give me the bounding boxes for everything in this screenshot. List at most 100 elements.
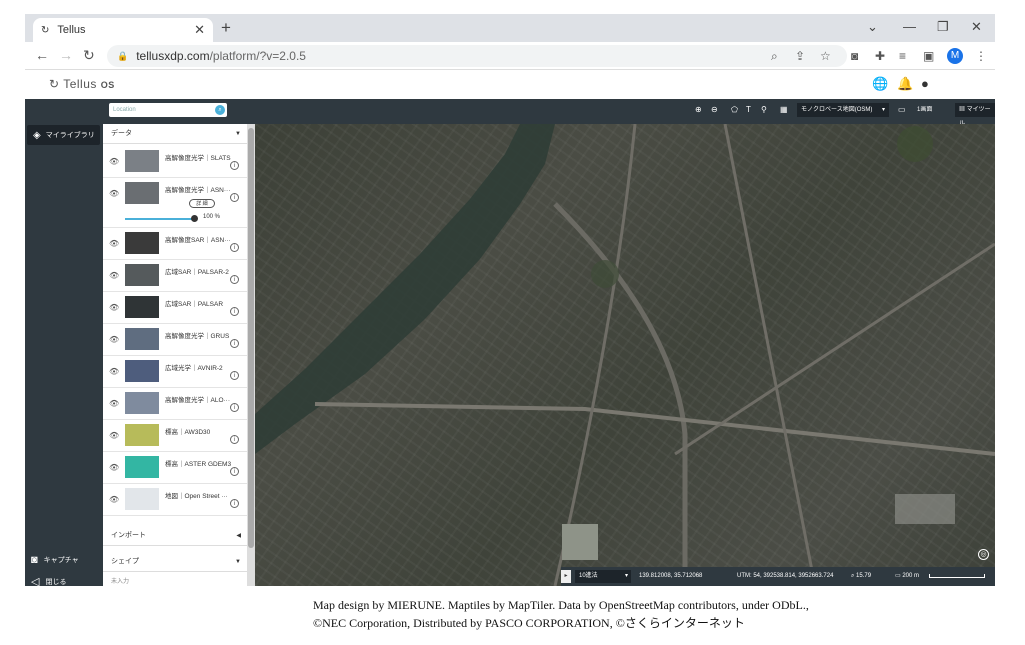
visibility-eye-icon[interactable]: 👁 [109,189,119,198]
basemap-select[interactable]: モノクロベース地図(OSM) ▾ [797,103,889,117]
my-library-button[interactable]: ◈ マイライブラリ [27,125,100,145]
map-toolbar: Location ⌕ ⊕ ⊖ ⬠ T ⚲ ▦ モノクロベース地図(OSM) ▾ ▭… [103,99,995,127]
opacity-slider-handle[interactable] [191,215,198,222]
layer-item[interactable]: 👁 高解像度光学｜ALO··· i [103,388,247,420]
statusbar-toggle-icon[interactable]: ▸ [561,570,571,583]
info-icon[interactable]: i [230,243,239,252]
side-panel-icon[interactable]: ▣ [923,49,934,63]
visibility-eye-icon[interactable]: 👁 [109,367,119,376]
maximize-button[interactable]: ❐ [937,19,949,35]
info-icon[interactable]: i [230,193,239,202]
address-bar: ← → ↻ 🔒 tellusxdp.com/platform/?v=2.0.5 … [25,42,995,70]
logo-os: OS [100,80,115,90]
shape-section-header[interactable]: シェイプ ▼ [103,552,247,572]
visibility-eye-icon[interactable]: 👁 [109,335,119,344]
map-statusbar: ▸ 10進法 ▾ 139.812008, 35.712068 UTM: 54, 3… [561,567,995,586]
detail-button[interactable]: 詳 細 [189,199,215,208]
new-tab-button[interactable]: + [221,18,231,38]
bookmark-star-icon[interactable]: ☆ [820,49,831,63]
import-header-label: インポート [111,532,146,539]
opacity-slider[interactable] [125,218,193,220]
more-menu-icon[interactable]: ⋮ [975,49,987,63]
layer-name: 広域SAR｜PALSAR-2 [165,269,229,276]
capture-button[interactable]: ◙ キャプチャ [31,554,79,566]
lock-icon: 🔒 [117,50,129,61]
visibility-eye-icon[interactable]: 👁 [109,303,119,312]
profile-avatar[interactable]: M [947,48,963,64]
coord-format-select[interactable]: 10進法 ▾ [575,570,631,583]
bell-icon[interactable]: 🔔 [897,76,913,92]
layer-item[interactable]: 👁 広域光学｜AVNIR-2 i [103,356,247,388]
close-tab-icon[interactable]: ✕ [194,22,205,38]
layer-item[interactable]: 👁 地図｜Open Street ··· i [103,484,247,516]
info-icon[interactable]: i [230,467,239,476]
minimize-button[interactable]: — [903,19,916,34]
info-icon[interactable]: i [230,403,239,412]
zoom-in-icon[interactable]: ⊕ [695,103,702,117]
layer-item[interactable]: 👁 高解像度SAR｜ASN··· i [103,228,247,260]
panel-scrollbar[interactable] [247,124,255,586]
layer-item[interactable]: 👁 標高｜AW3D30 i [103,420,247,452]
scrollbar-thumb[interactable] [248,128,254,548]
chevron-down-icon: ▾ [881,107,885,113]
reading-list-icon[interactable]: ≡ [899,49,906,63]
visibility-eye-icon[interactable]: 👁 [109,157,119,166]
layer-item[interactable]: 👁 高解像度光学｜GRUS i [103,324,247,356]
back-icon[interactable]: ← [35,47,49,63]
close-window-button[interactable]: ✕ [971,19,982,35]
pin-icon[interactable]: ⚲ [761,103,767,117]
visibility-eye-icon[interactable]: 👁 [109,271,119,280]
layer-thumbnail [125,182,159,204]
info-icon[interactable]: i [230,161,239,170]
layer-item[interactable]: 👁 広域SAR｜PALSAR i [103,292,247,324]
tellus-logo[interactable]: ↻ Tellus OS [49,77,115,91]
share-icon[interactable]: ⇪ [795,49,805,63]
reload-icon[interactable]: ↻ [83,47,95,64]
import-section-header[interactable]: インポート ◀ [103,526,247,546]
main-road [723,124,817,586]
layer-item[interactable]: 👁 広域SAR｜PALSAR-2 i [103,260,247,292]
info-icon[interactable]: i [230,339,239,348]
visibility-eye-icon[interactable]: 👁 [109,463,119,472]
data-section-header[interactable]: データ ▼ [103,124,247,144]
camera-icon: ◙ [31,554,38,566]
text-tool-icon[interactable]: T [746,103,751,117]
layer-item[interactable]: 👁 標高｜ASTER GDEM3 i [103,452,247,484]
location-target-icon[interactable]: ◎ [978,549,989,560]
close-panel-button[interactable]: ◁ 閉じる [31,575,66,586]
tab-search-icon[interactable]: ⌄ [867,19,878,35]
info-icon[interactable]: i [230,499,239,508]
info-icon[interactable]: i [230,371,239,380]
visibility-eye-icon[interactable]: 👁 [109,239,119,248]
info-icon[interactable]: i [230,435,239,444]
visibility-eye-icon[interactable]: 👁 [109,399,119,408]
polygon-icon[interactable]: ⬠ [731,103,738,117]
url-field[interactable]: 🔒 tellusxdp.com/platform/?v=2.0.5 [107,45,847,67]
extensions-puzzle-icon[interactable]: ✚ [875,49,885,63]
screen-layout-icon[interactable]: ▭ [898,103,906,117]
screen-count[interactable]: 1画面 [913,103,949,117]
zoom-icon[interactable]: ⌕ [771,49,778,64]
info-icon[interactable]: i [230,275,239,284]
location-search-input[interactable]: Location ⌕ [109,103,227,117]
layer-name: 高解像度SAR｜ASN··· [165,237,231,244]
layer-item[interactable]: 👁 高解像度光学｜ASN··· i [103,178,247,228]
layer-item[interactable]: 👁 高解像度光学｜SLATS i [103,146,247,178]
satellite-map[interactable]: ◎ ▸ 10進法 ▾ 139.812008, 35.712068 UTM: 54,… [255,124,995,586]
forward-icon[interactable]: → [59,47,73,63]
visibility-eye-icon[interactable]: 👁 [109,431,119,440]
grid-icon[interactable]: ▦ [780,103,788,117]
main-road [674,242,995,456]
search-icon[interactable]: ⌕ [215,105,225,115]
main-road [314,402,995,456]
globe-icon[interactable]: 🌐 [872,76,888,92]
visibility-eye-icon[interactable]: 👁 [109,495,119,504]
zoom-readout: ⌕ 15.79 [851,570,871,583]
browser-tab[interactable]: ↻ Tellus ✕ [33,18,213,42]
info-icon[interactable]: i [230,307,239,316]
account-icon[interactable]: ● [921,76,929,91]
mytools-menu[interactable]: ▦ マイツール [955,103,995,127]
camera-extension-icon[interactable]: ◙ [851,49,858,63]
chevron-down-icon: ▾ [624,573,628,579]
zoom-out-icon[interactable]: ⊖ [711,103,718,117]
